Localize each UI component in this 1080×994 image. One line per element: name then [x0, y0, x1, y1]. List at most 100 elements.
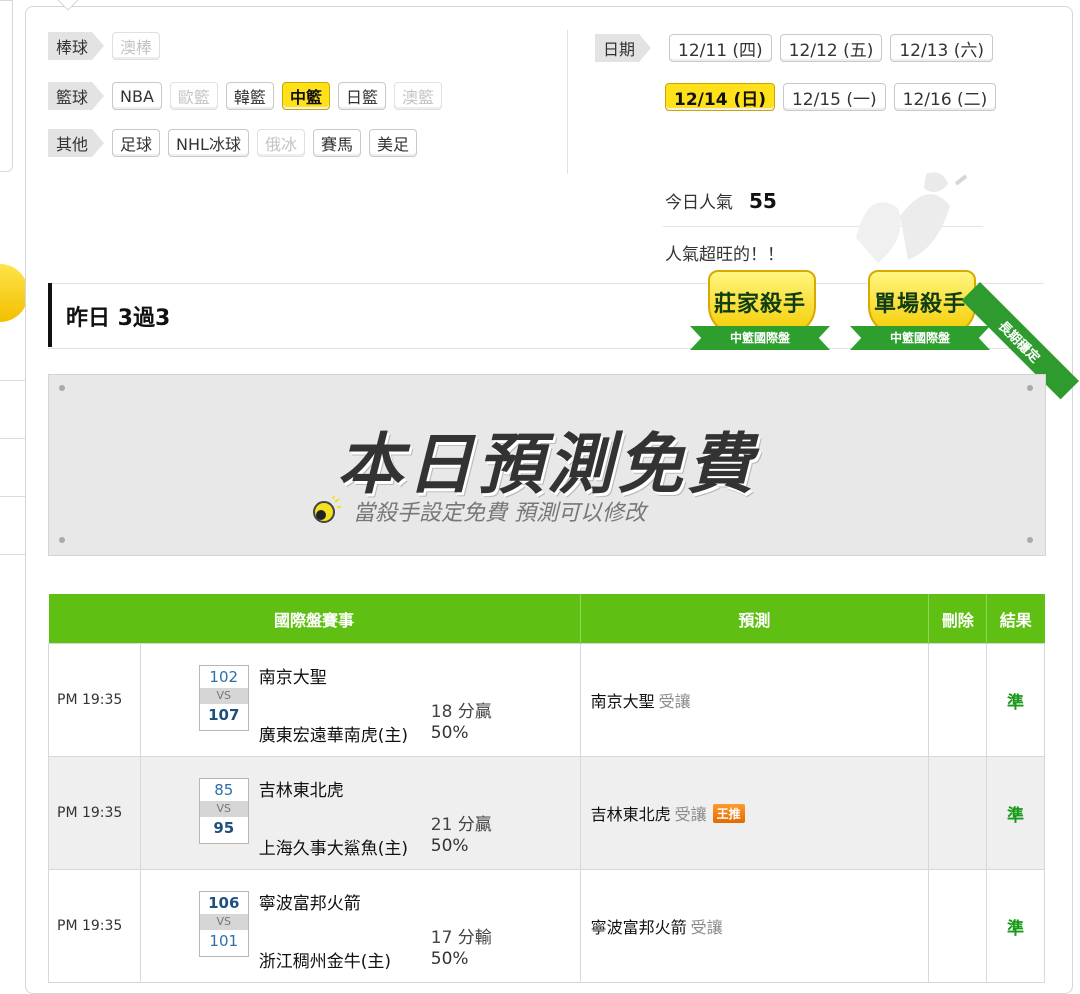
away-team: 寧波富邦火箭: [258, 894, 361, 914]
pick-team: 吉林東北虎: [590, 805, 671, 824]
pick-percentage: 50%: [430, 723, 469, 743]
vs-label: VS: [199, 801, 248, 817]
side-divider: [0, 496, 26, 497]
pick-percentage: 50%: [430, 836, 469, 856]
league-pill-china[interactable]: 中籃: [281, 82, 330, 110]
delete-cell: [928, 643, 988, 757]
date-pill[interactable]: 12/12 (五): [779, 34, 883, 62]
prediction-cell: 寧波富邦火箭 受讓: [579, 869, 930, 983]
popularity-label: 今日人氣: [665, 193, 733, 213]
away-score: 85: [214, 781, 234, 799]
league-pill-soccer[interactable]: 足球: [112, 129, 161, 157]
pick-team: 寧波富邦火箭: [590, 918, 687, 937]
league-pill-nhl[interactable]: NHL冰球: [168, 129, 249, 157]
away-team: 吉林東北虎: [258, 781, 344, 801]
away-score: 106: [208, 894, 240, 912]
result-cell: 準: [986, 756, 1045, 870]
match-info: 102 VS 107 南京大聖 18 分贏 廣東宏遠華南虎(主) 50%: [139, 643, 581, 757]
table-row: PM 19:35 102 VS 107 南京大聖 18 分贏 廣東宏遠華南虎(主…: [48, 643, 1045, 757]
category-row-other: 其他 足球 NHL冰球 俄冰 賽馬 美足: [48, 128, 417, 158]
score-box: 106 VS 101: [198, 891, 249, 957]
popularity-row: 今日人氣 55: [665, 188, 777, 213]
header-match: 國際盤賽事: [48, 594, 581, 644]
home-team: 浙江稠州金牛(主): [258, 952, 392, 972]
match-info: 106 VS 101 寧波富邦火箭 17 分輸 浙江稠州金牛(主) 50%: [139, 869, 581, 983]
rivet-icon: [59, 537, 65, 543]
home-score: 95: [213, 819, 235, 837]
badge-single-killer: 單場殺手 中籃國際盤: [846, 270, 994, 362]
header-prediction: 預測: [580, 594, 930, 644]
vs-label: VS: [199, 914, 248, 930]
league-pill-american-football[interactable]: 美足: [368, 129, 417, 157]
badge-title: 莊家殺手: [713, 292, 806, 317]
rivet-icon: [1027, 537, 1033, 543]
popularity-count: 55: [749, 189, 777, 213]
date-pill[interactable]: 12/11 (四): [669, 34, 772, 62]
match-time: PM 19:35: [48, 869, 141, 983]
score-box: 102 VS 107: [198, 665, 249, 731]
prediction-table: 國際盤賽事 預測 刪除 結果 PM 19:35 102 VS 107 南京大聖 …: [48, 594, 1045, 983]
panel-notch: [58, 0, 78, 11]
delete-cell: [928, 869, 988, 983]
league-pill-horse-racing[interactable]: 賽馬: [312, 129, 361, 157]
league-pill-russia-hockey[interactable]: 俄冰: [256, 129, 305, 157]
free-prediction-banner: 本日預測免費 當殺手設定免費 預測可以修改: [48, 374, 1046, 556]
side-divider: [0, 438, 26, 439]
pick-team: 南京大聖: [590, 692, 655, 711]
league-pill-aus-baseball[interactable]: 澳棒: [112, 32, 161, 60]
table-row: PM 19:35 106 VS 101 寧波富邦火箭 17 分輸 浙江稠州金牛(…: [48, 869, 1045, 983]
league-pill-aus-basketball[interactable]: 澳籃: [393, 82, 442, 110]
spread-result: 17 分輸: [430, 928, 492, 948]
spread-result: 21 分贏: [430, 815, 492, 835]
date-label: 日期: [595, 34, 651, 62]
date-pill[interactable]: 12/16 (二): [893, 83, 997, 111]
prediction-cell: 南京大聖 受讓: [579, 643, 930, 757]
yesterday-record: 昨日 3過3: [66, 306, 171, 331]
popularity-tagline: 人氣超旺的！！: [665, 245, 784, 265]
table-row: PM 19:35 85 VS 95 吉林東北虎 21 分贏 上海久事大鯊魚(主)…: [48, 756, 1045, 870]
left-panel-edge: [0, 0, 13, 172]
pick-percentage: 50%: [430, 949, 469, 969]
home-team: 廣東宏遠華南虎(主): [258, 726, 409, 746]
match-time: PM 19:35: [48, 643, 141, 757]
pick-note: 受讓: [690, 918, 723, 937]
delete-cell: [928, 756, 988, 870]
pick-note: 受讓: [658, 692, 691, 711]
king-pick-badge: 王推: [712, 804, 745, 823]
league-pill-japan[interactable]: 日籃: [337, 82, 386, 110]
date-pill-selected[interactable]: 12/14 (日): [665, 83, 775, 111]
badge-subtitle: 中籃國際盤: [729, 331, 790, 345]
yesterday-marker: [48, 283, 52, 347]
rivet-icon: [1027, 385, 1033, 391]
header-delete: 刪除: [928, 594, 988, 644]
league-pill-nba[interactable]: NBA: [112, 82, 162, 110]
rivet-icon: [59, 385, 65, 391]
home-team: 上海久事大鯊魚(主): [258, 839, 409, 859]
spread-result: 18 分贏: [430, 702, 492, 722]
category-row-basketball: 籃球 NBA 歐籃 韓籃 中籃 日籃 澳籃: [48, 81, 442, 111]
result-cell: 準: [986, 643, 1045, 757]
free-banner-subtitle: 當殺手設定免費 預測可以修改: [353, 501, 646, 526]
side-divider: [0, 554, 26, 555]
category-label: 籃球: [48, 82, 104, 110]
league-pill-euro[interactable]: 歐籃: [169, 82, 218, 110]
active-side-tab[interactable]: [0, 264, 28, 322]
header-result: 結果: [986, 594, 1045, 644]
league-pill-korea[interactable]: 韓籃: [225, 82, 274, 110]
section-divider: [567, 30, 568, 174]
prediction-cell: 吉林東北虎 受讓 王推: [579, 756, 930, 870]
table-header: 國際盤賽事 預測 刪除 結果: [48, 594, 1045, 644]
badge-banker-killer: 莊家殺手 中籃國際盤: [686, 270, 834, 362]
date-pill[interactable]: 12/13 (六): [890, 34, 994, 62]
category-label: 其他: [48, 129, 104, 157]
side-divider: [0, 380, 26, 381]
free-banner-title: 本日預測免費: [337, 426, 757, 503]
match-time: PM 19:35: [48, 756, 141, 870]
category-label: 棒球: [48, 32, 104, 60]
date-pill[interactable]: 12/15 (一): [782, 83, 886, 111]
date-row-1: 日期 12/11 (四) 12/12 (五) 12/13 (六): [595, 33, 994, 63]
free-banner-subtitle-row: 當殺手設定免費 預測可以修改: [311, 495, 811, 527]
home-score: 101: [209, 932, 239, 950]
away-score: 102: [209, 668, 239, 686]
vs-label: VS: [199, 688, 248, 704]
